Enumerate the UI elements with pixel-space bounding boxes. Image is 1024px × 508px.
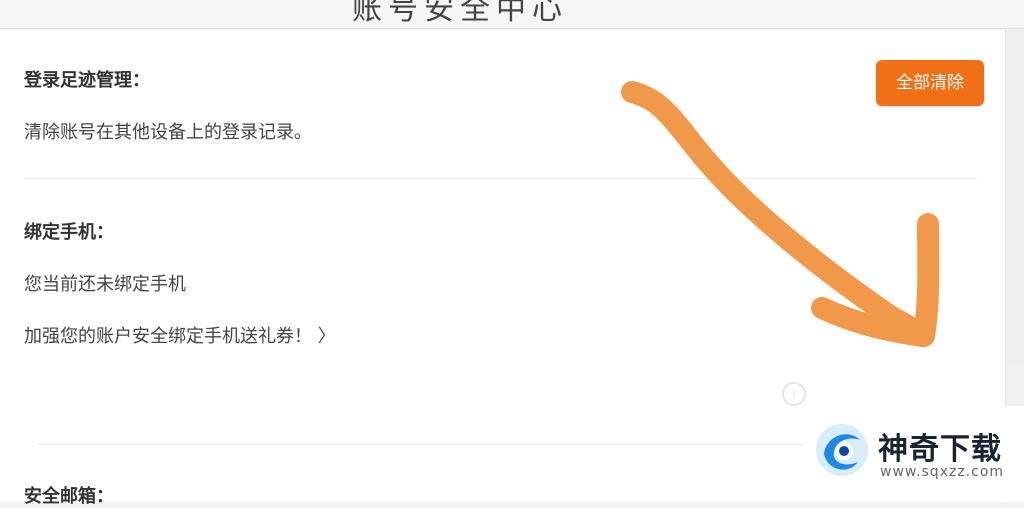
faint-tip: i — [782, 382, 816, 406]
login-trace-description: 清除账号在其他设备上的登录记录。 — [24, 122, 312, 143]
watermark-brand: 神奇下载 — [878, 432, 1002, 467]
bind-phone-title: 绑定手机： — [24, 222, 114, 243]
section-divider — [38, 444, 918, 445]
watermark: 神奇下载 www.sqxzz.com — [804, 406, 1024, 502]
login-trace-title: 登录足迹管理： — [24, 70, 150, 91]
section-divider — [24, 178, 980, 179]
watermark-logo-icon — [816, 424, 868, 476]
bind-phone-promo-link[interactable]: 加强您的账户安全绑定手机送礼券！ 〉 — [24, 322, 336, 348]
page-title: 账号安全中心 — [352, 0, 568, 27]
watermark-url: www.sqxzz.com — [880, 464, 1005, 480]
page-header: 账号安全中心 — [0, 0, 1024, 29]
bind-phone-status: 您当前还未绑定手机 — [24, 274, 186, 295]
security-email-title: 安全邮箱： — [24, 486, 114, 507]
clear-all-button[interactable]: 全部清除 — [876, 60, 984, 106]
info-icon: i — [782, 382, 806, 406]
scrollbar-track[interactable] — [1006, 30, 1024, 365]
